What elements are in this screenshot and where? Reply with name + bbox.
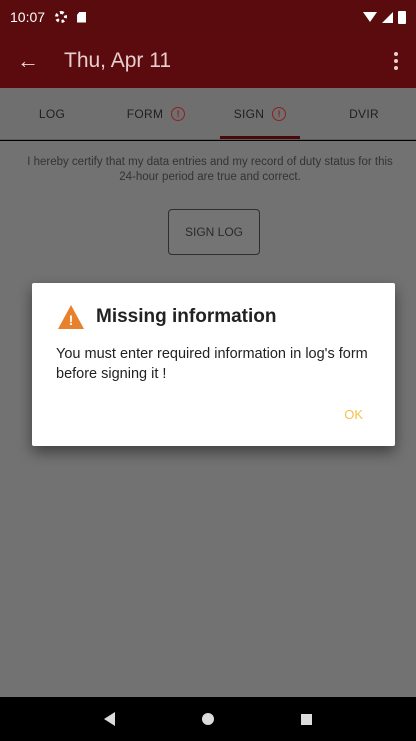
signal-icon <box>382 11 393 23</box>
status-left-icons <box>55 11 87 23</box>
battery-icon <box>398 10 406 24</box>
alert-circle-icon: ! <box>171 106 186 121</box>
alert-circle-icon: ! <box>272 106 287 121</box>
warning-triangle-icon: ! <box>58 305 84 329</box>
tab-sign[interactable]: SIGN ! <box>208 88 312 139</box>
back-arrow-icon[interactable]: ← <box>0 48 56 74</box>
tab-dvir-label: DVIR <box>349 106 379 121</box>
status-right-icons <box>363 10 406 24</box>
back-triangle-icon[interactable] <box>103 712 115 726</box>
status-bar: 10:07 <box>0 0 416 34</box>
sd-card-icon <box>77 11 87 23</box>
dialog-title: Missing information <box>96 306 277 327</box>
system-nav-bar <box>0 697 416 741</box>
tab-form[interactable]: FORM ! <box>104 88 208 139</box>
tab-sign-label: SIGN <box>233 106 265 121</box>
ok-button[interactable]: OK <box>344 407 363 422</box>
tab-form-label: FORM <box>126 106 164 121</box>
recents-square-icon[interactable] <box>301 713 313 725</box>
tab-bar: LOG FORM ! SIGN ! DVIR <box>0 88 416 140</box>
home-circle-icon[interactable] <box>201 713 214 725</box>
settings-icon <box>55 11 68 23</box>
tab-dvir[interactable]: DVIR <box>312 88 416 139</box>
tab-log[interactable]: LOG <box>0 88 104 139</box>
page-title: Thu, Apr 11 <box>64 49 172 72</box>
certification-text: I hereby certify that my data entries an… <box>27 156 393 183</box>
dialog-header: ! Missing information <box>58 305 277 329</box>
overflow-menu-icon[interactable] <box>376 52 416 70</box>
app-bar: ← Thu, Apr 11 <box>0 34 416 88</box>
missing-information-dialog: ! Missing information You must enter req… <box>32 283 395 446</box>
wifi-icon <box>363 12 377 22</box>
dialog-message: You must enter required information in l… <box>56 346 368 382</box>
tab-log-label: LOG <box>38 106 66 121</box>
status-time: 10:07 <box>10 9 46 25</box>
sign-log-button[interactable]: SIGN LOG <box>168 209 260 255</box>
